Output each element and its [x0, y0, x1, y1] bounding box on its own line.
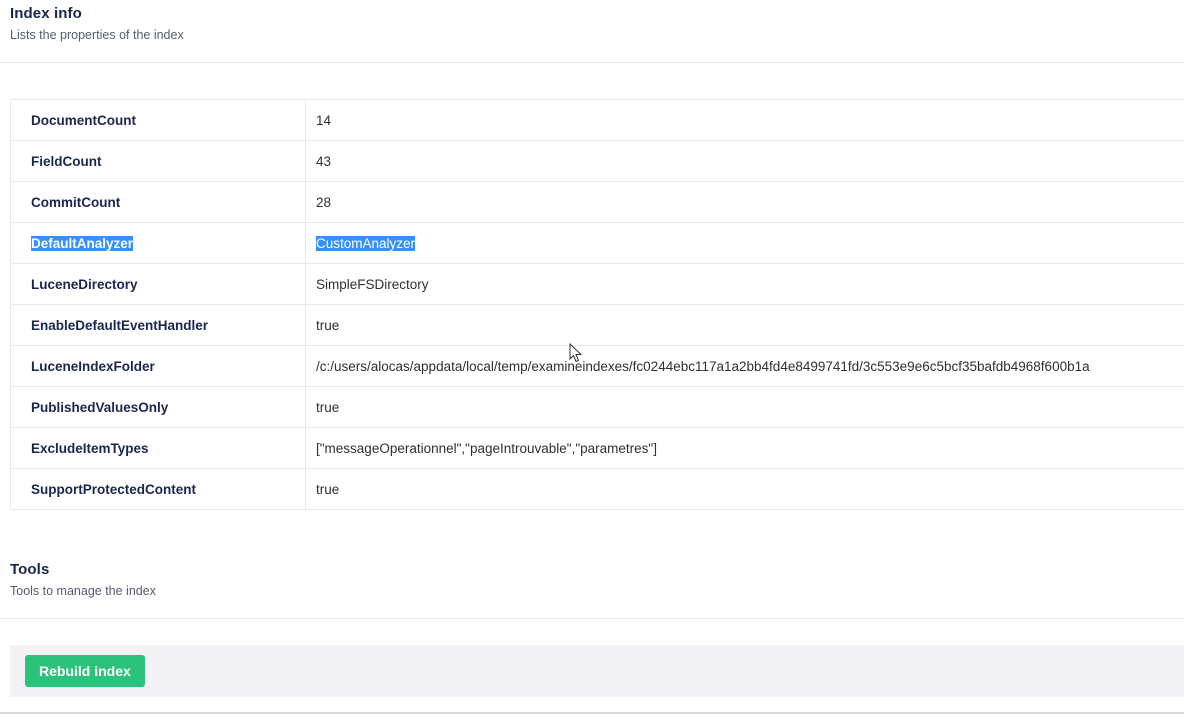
property-value: 43	[316, 153, 332, 169]
property-value: SimpleFSDirectory	[316, 276, 429, 292]
tools-divider	[0, 618, 1184, 619]
property-row: SupportProtectedContent true	[11, 469, 1184, 510]
property-key: DefaultAnalyzer	[11, 223, 306, 263]
property-key: SupportProtectedContent	[11, 469, 306, 509]
property-value: ["messageOperationnel","pageIntrouvable"…	[316, 440, 657, 456]
index-info-header: Index info Lists the properties of the i…	[10, 5, 184, 42]
property-key: CommitCount	[11, 182, 306, 222]
property-row: CommitCount 28	[11, 182, 1184, 223]
property-value: true	[316, 317, 340, 333]
tools-description: Tools to manage the index	[10, 584, 156, 598]
bottom-divider	[0, 712, 1184, 714]
tools-header: Tools Tools to manage the index	[10, 561, 156, 598]
property-row: ExcludeItemTypes ["messageOperationnel",…	[11, 428, 1184, 469]
property-row: DocumentCount 14	[11, 100, 1184, 141]
property-value: 28	[316, 194, 332, 210]
property-key: LuceneIndexFolder	[11, 346, 306, 386]
tools-title: Tools	[10, 561, 50, 578]
property-key: DocumentCount	[11, 100, 306, 140]
property-row: LuceneDirectory SimpleFSDirectory	[11, 264, 1184, 305]
property-value: true	[316, 481, 340, 497]
property-key: EnableDefaultEventHandler	[11, 305, 306, 345]
property-value: true	[316, 399, 340, 415]
property-value: CustomAnalyzer	[316, 235, 416, 251]
property-row: FieldCount 43	[11, 141, 1184, 182]
property-row: PublishedValuesOnly true	[11, 387, 1184, 428]
property-key: ExcludeItemTypes	[11, 428, 306, 468]
property-row-selected: DefaultAnalyzer CustomAnalyzer	[11, 223, 1184, 264]
tools-toolbar: Rebuild index	[10, 645, 1184, 697]
property-value: 14	[316, 112, 332, 128]
property-key: PublishedValuesOnly	[11, 387, 306, 427]
property-row: EnableDefaultEventHandler true	[11, 305, 1184, 346]
header-divider	[0, 62, 1184, 63]
property-row: LuceneIndexFolder /c:/users/alocas/appda…	[11, 346, 1184, 387]
property-key: FieldCount	[11, 141, 306, 181]
property-value: /c:/users/alocas/appdata/local/temp/exam…	[316, 358, 1090, 374]
property-key: LuceneDirectory	[11, 264, 306, 304]
mouse-pointer-icon	[569, 343, 583, 363]
properties-table: DocumentCount 14 FieldCount 43 CommitCou…	[10, 99, 1184, 510]
rebuild-index-button[interactable]: Rebuild index	[25, 655, 145, 687]
index-info-description: Lists the properties of the index	[10, 28, 184, 42]
index-info-title: Index info	[10, 5, 82, 22]
